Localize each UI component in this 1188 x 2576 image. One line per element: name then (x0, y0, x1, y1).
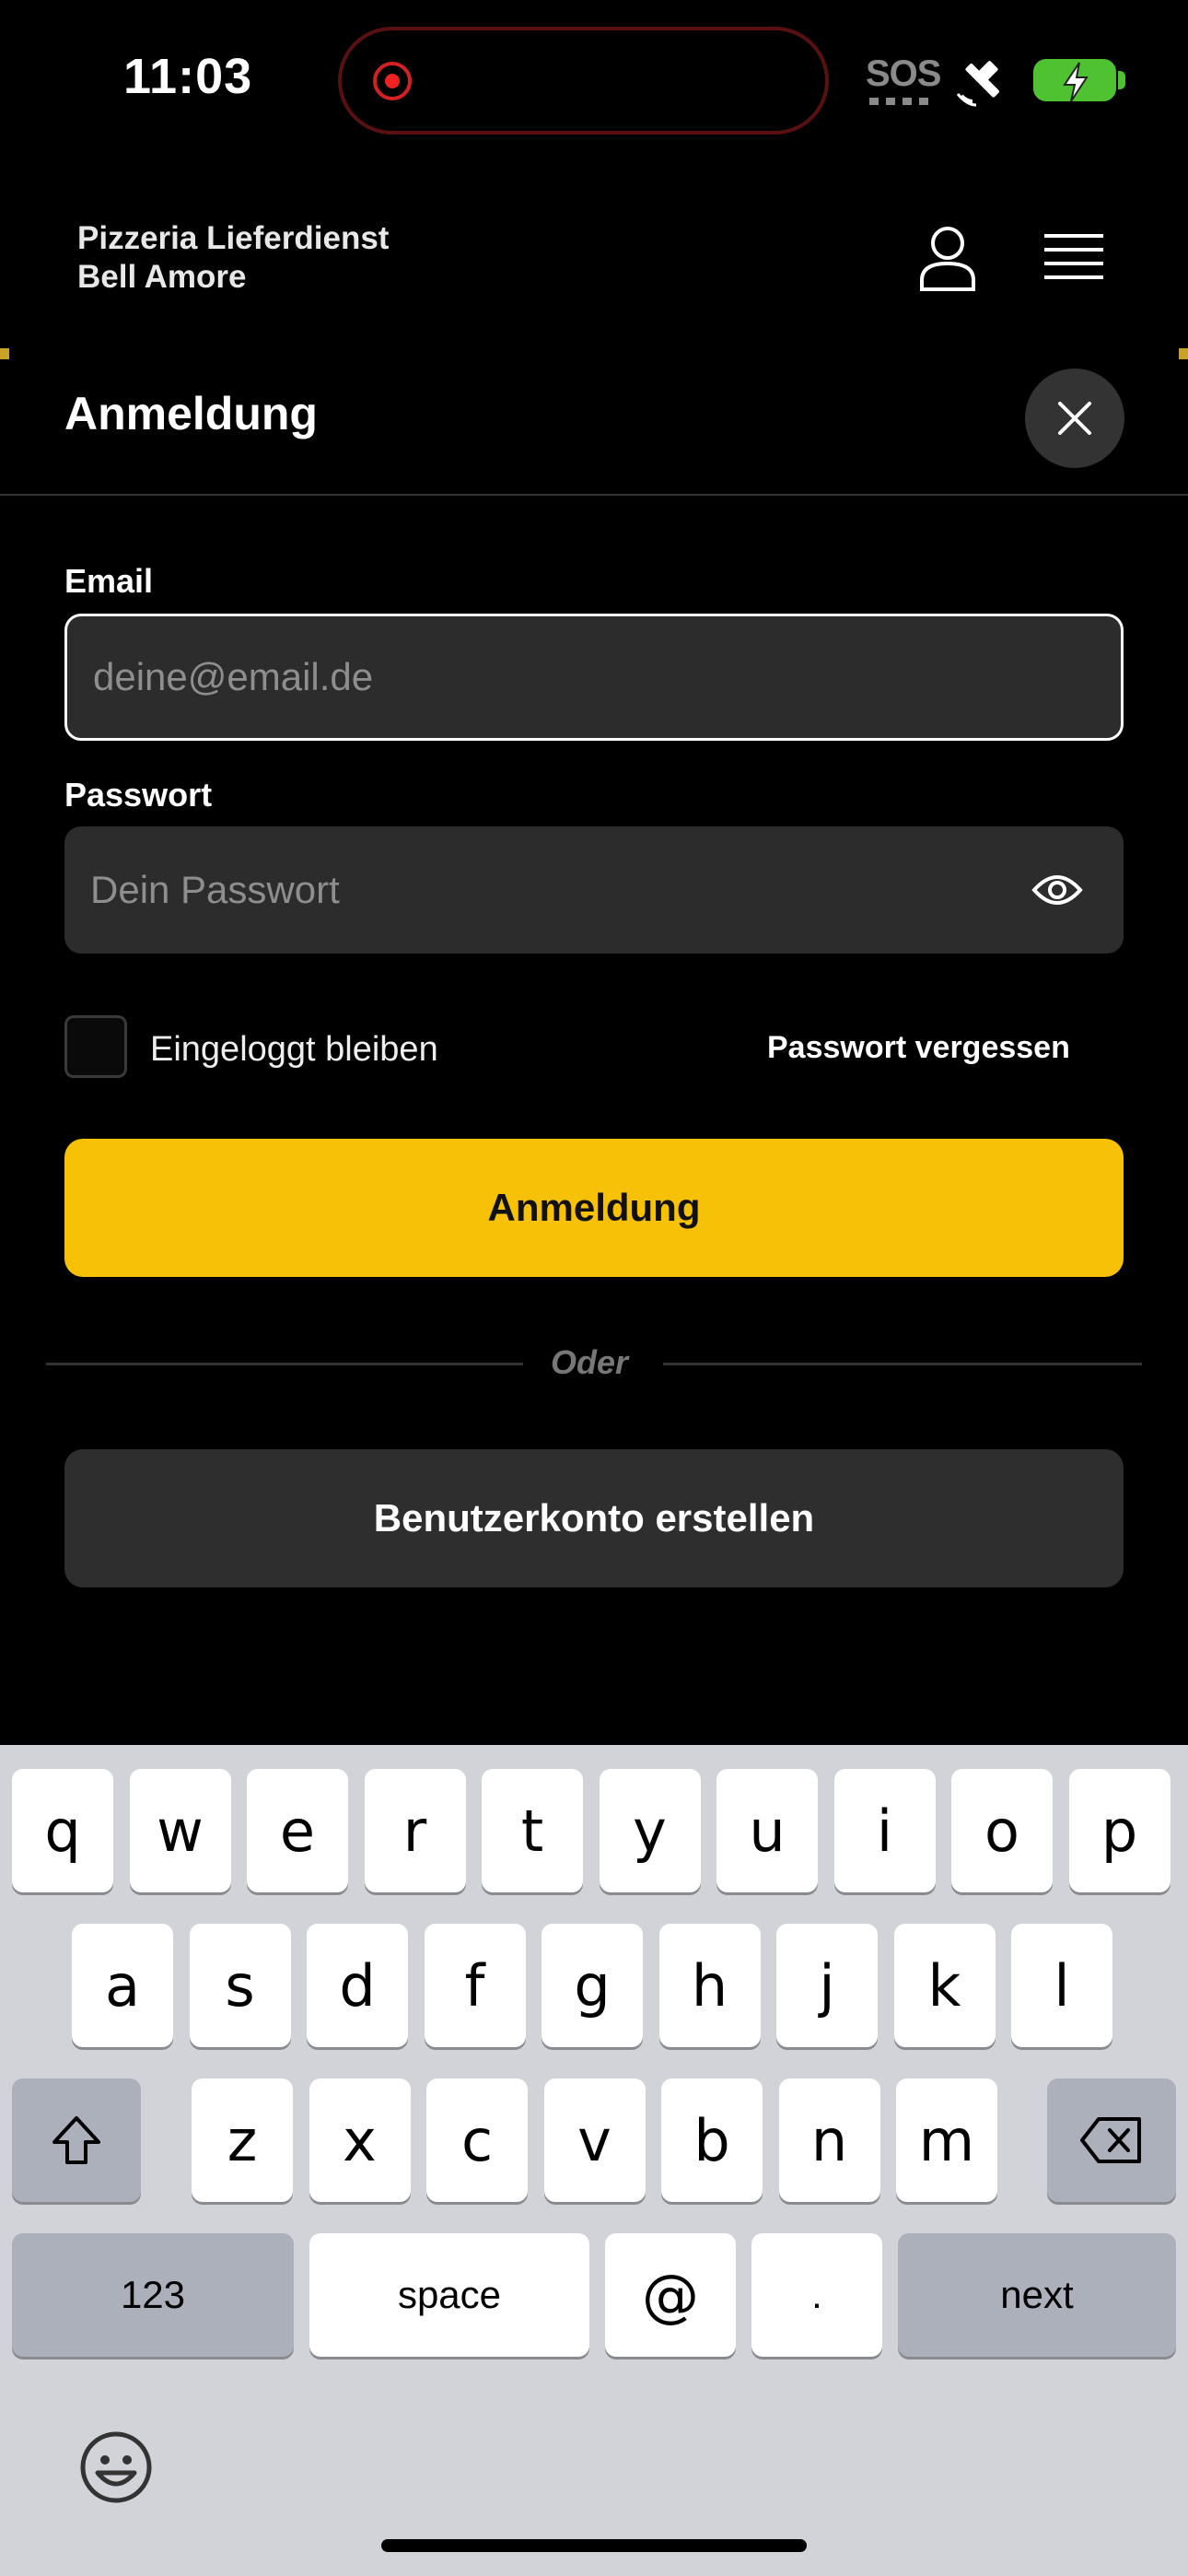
key-m[interactable]: m (896, 2078, 997, 2202)
user-icon[interactable] (918, 225, 977, 293)
key-l[interactable]: l (1011, 1924, 1112, 2047)
sos-indicator: SOS (866, 53, 941, 94)
key-d[interactable]: d (307, 1924, 408, 2047)
corner-accent-left (0, 348, 9, 359)
home-indicator (381, 2539, 807, 2552)
brand-name[interactable]: Pizzeria Lieferdienst Bell Amore (77, 219, 389, 297)
forgot-password-link[interactable]: Passwort vergessen (767, 1030, 1070, 1066)
key-q[interactable]: q (12, 1769, 113, 1892)
battery-icon (1033, 59, 1116, 102)
key-h[interactable]: h (658, 1924, 761, 2047)
status-time: 11:03 (123, 49, 253, 104)
eye-icon[interactable] (1031, 870, 1083, 910)
delete-key[interactable] (1047, 2078, 1176, 2202)
key-v[interactable]: v (543, 2078, 646, 2202)
password-field[interactable] (64, 826, 1124, 954)
satellite-icon (956, 61, 999, 107)
key-b[interactable]: b (661, 2078, 763, 2202)
password-label: Passwort (64, 776, 213, 814)
key-f[interactable]: f (424, 1924, 526, 2047)
emoji-icon[interactable] (77, 2429, 155, 2506)
key-z[interactable]: z (192, 2078, 293, 2202)
key-w[interactable]: w (129, 1769, 231, 1892)
brand-line-1: Pizzeria Lieferdienst (77, 220, 390, 256)
at-key[interactable]: @ (605, 2233, 736, 2357)
login-button[interactable]: Anmeldung (64, 1139, 1124, 1277)
email-field[interactable] (64, 614, 1124, 741)
close-icon (1058, 402, 1091, 435)
key-t[interactable]: t (482, 1769, 583, 1892)
or-divider-left (46, 1363, 523, 1365)
modal-title: Anmeldung (64, 388, 318, 439)
key-r[interactable]: r (364, 1769, 466, 1892)
key-s[interactable]: s (189, 1924, 291, 2047)
key-a[interactable]: a (72, 1924, 173, 2047)
key-i[interactable]: i (833, 1769, 936, 1892)
key-x[interactable]: x (309, 2078, 411, 2202)
battery-tip (1118, 71, 1125, 89)
corner-accent-right (1179, 348, 1188, 359)
key-g[interactable]: g (542, 1924, 643, 2047)
space-key[interactable]: space (309, 2233, 589, 2357)
or-divider-right (663, 1363, 1142, 1365)
shift-key[interactable] (12, 2078, 141, 2202)
hamburger-menu-icon[interactable] (1044, 234, 1103, 282)
brand-line-2: Bell Amore (77, 259, 247, 295)
next-key[interactable]: next (898, 2233, 1176, 2357)
key-c[interactable]: c (426, 2078, 528, 2202)
dynamic-island (338, 27, 829, 135)
key-k[interactable]: k (893, 1924, 996, 2047)
shift-icon (52, 2116, 100, 2164)
close-button[interactable] (1025, 369, 1124, 468)
key-o[interactable]: o (951, 1769, 1053, 1892)
create-account-button[interactable]: Benutzerkonto erstellen (64, 1449, 1124, 1587)
key-u[interactable]: u (716, 1769, 818, 1892)
numbers-key[interactable]: 123 (12, 2233, 294, 2357)
key-n[interactable]: n (778, 2078, 880, 2202)
modal-divider (0, 494, 1188, 496)
recording-icon (373, 62, 412, 100)
remember-me-checkbox[interactable] (64, 1015, 127, 1078)
charging-bolt-icon (1063, 62, 1089, 102)
remember-me-label[interactable]: Eingeloggt bleiben (150, 1030, 438, 1070)
or-label: Oder (551, 1343, 629, 1381)
sos-signal-dots (869, 98, 928, 105)
key-y[interactable]: y (599, 1769, 701, 1892)
email-label: Email (64, 562, 154, 600)
key-j[interactable]: j (776, 1924, 878, 2047)
key-p[interactable]: p (1068, 1769, 1171, 1892)
key-e[interactable]: e (247, 1769, 348, 1892)
backspace-icon (1080, 2117, 1141, 2163)
dot-key[interactable]: . (751, 2233, 882, 2357)
